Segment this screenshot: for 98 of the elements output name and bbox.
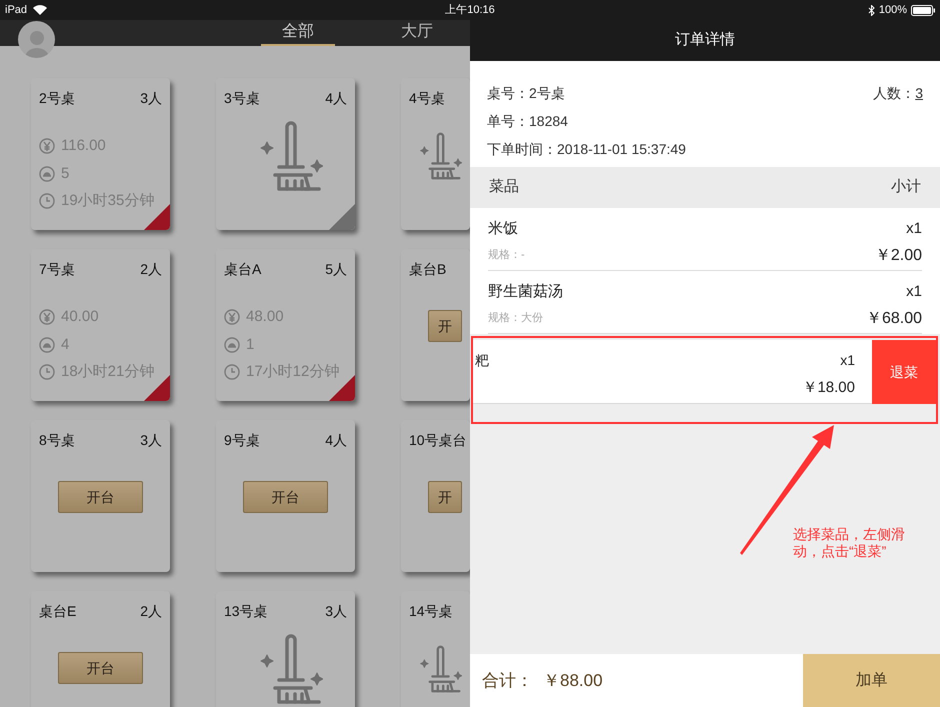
table-card[interactable]: 13号桌 3人 bbox=[216, 591, 355, 707]
battery-percent: 100% bbox=[878, 2, 907, 18]
total-label: 合计： bbox=[482, 670, 533, 692]
add-order-button[interactable]: 加单 bbox=[803, 654, 940, 707]
dish-name: 粑 bbox=[475, 351, 489, 370]
table-name: 3号桌 bbox=[224, 89, 260, 108]
dish-price: ￥18.00 bbox=[802, 378, 855, 398]
table-card[interactable]: 桌台A 5人 48.00 1 17小时12分钟 bbox=[216, 249, 355, 401]
table-name: 13号桌 bbox=[224, 602, 268, 621]
amount-text: 116.00 bbox=[61, 136, 106, 156]
dish-name: 野生菌菇汤 bbox=[488, 282, 563, 302]
spec-label: 规格： bbox=[488, 311, 521, 326]
table-card[interactable]: 3号桌 4人 bbox=[216, 78, 355, 230]
clock-icon bbox=[39, 193, 55, 210]
seat-count: 5人 bbox=[325, 260, 347, 279]
panel-title: 订单详情 bbox=[675, 30, 735, 50]
yen-icon bbox=[39, 138, 55, 154]
table-card[interactable]: 4号桌 bbox=[401, 78, 470, 230]
info-label: 下单时间： bbox=[487, 140, 557, 158]
table-name: 14号桌 bbox=[409, 602, 453, 621]
bluetooth-icon bbox=[868, 4, 875, 16]
dish-quantity: x1 bbox=[840, 351, 855, 370]
table-card[interactable]: 9号桌 4人 开台 bbox=[216, 420, 355, 572]
table-name: 4号桌 bbox=[409, 89, 445, 108]
yen-icon bbox=[224, 309, 240, 326]
avatar[interactable] bbox=[18, 21, 55, 58]
table-name: 7号桌 bbox=[39, 260, 75, 279]
info-value: 18284 bbox=[529, 112, 568, 130]
dish-quantity: x1 bbox=[906, 282, 922, 302]
tab[interactable]: 全部 bbox=[261, 20, 335, 46]
seat-count: 3人 bbox=[140, 89, 162, 108]
spec-value: - bbox=[521, 248, 525, 264]
table-card[interactable]: 桌台E 2人 开台 bbox=[31, 591, 170, 707]
duration-text: 19小时35分钟 bbox=[61, 191, 154, 211]
duration-text: 18小时21分钟 bbox=[61, 362, 154, 382]
open-table-button[interactable]: 开 bbox=[428, 310, 462, 342]
dish-row[interactable]: 野生菌菇汤 x1 规格：大份 ￥68.00 bbox=[470, 271, 940, 334]
cloche-icon bbox=[39, 336, 55, 353]
dish-row[interactable]: 米饭 x1 规格：- ￥2.00 bbox=[470, 208, 940, 271]
dish-name: 米饭 bbox=[488, 219, 518, 239]
open-table-button[interactable]: 开台 bbox=[243, 481, 328, 513]
total-amount: ￥88.00 bbox=[543, 670, 603, 692]
amount-text: 40.00 bbox=[61, 307, 99, 327]
seat-count: 2人 bbox=[140, 602, 162, 621]
dish-row[interactable]: 粑 x1 ￥18.00 退菜 bbox=[473, 340, 936, 404]
guest-count: 3 bbox=[915, 84, 923, 102]
seat-count: 3人 bbox=[325, 602, 347, 621]
dish-price: ￥68.00 bbox=[866, 308, 922, 328]
broom-icon bbox=[258, 119, 322, 193]
clock-icon bbox=[39, 364, 55, 380]
table-name: 2号桌 bbox=[39, 89, 75, 108]
column-header: 小计 bbox=[891, 177, 921, 198]
device-name: iPad bbox=[5, 2, 28, 18]
broom-icon bbox=[258, 632, 322, 706]
wifi-icon bbox=[33, 5, 48, 15]
table-name: 8号桌 bbox=[39, 431, 75, 450]
return-dish-button[interactable]: 退菜 bbox=[872, 340, 936, 404]
column-header: 菜品 bbox=[489, 177, 519, 198]
table-card[interactable]: 10号桌台 开 bbox=[401, 420, 470, 572]
table-card[interactable]: 7号桌 2人 40.00 4 18小时21分钟 bbox=[31, 249, 170, 401]
cloche-icon bbox=[224, 336, 240, 353]
cloche-icon bbox=[39, 166, 55, 182]
spec-label: 规格： bbox=[488, 248, 521, 264]
annotation-text: 选择菜品，左侧滑动，点击“退菜” bbox=[793, 526, 906, 560]
open-table-button[interactable]: 开台 bbox=[58, 652, 143, 684]
dish-quantity: x1 bbox=[906, 219, 922, 239]
dish-count: 4 bbox=[61, 334, 70, 354]
table-name: 桌台A bbox=[224, 260, 262, 279]
yen-icon bbox=[39, 309, 55, 326]
seat-count: 2人 bbox=[140, 260, 162, 279]
info-label: 桌号： bbox=[487, 84, 529, 102]
seat-count: 4人 bbox=[325, 89, 347, 108]
spec-value: 大份 bbox=[521, 311, 543, 326]
info-value: 2号桌 bbox=[529, 84, 565, 102]
clock-icon bbox=[224, 364, 240, 380]
dish-price: ￥2.00 bbox=[874, 246, 922, 266]
info-value: 2018-11-01 15:37:49 bbox=[557, 140, 686, 158]
table-card[interactable]: 桌台B 开 bbox=[401, 249, 470, 401]
seat-count: 4人 bbox=[325, 431, 347, 450]
table-name: 9号桌 bbox=[224, 431, 260, 450]
duration-text: 17小时12分钟 bbox=[246, 362, 340, 382]
table-card[interactable]: 8号桌 3人 开台 bbox=[31, 420, 170, 572]
table-name: 桌台E bbox=[39, 602, 76, 621]
guest-label: 人数： bbox=[873, 84, 916, 102]
table-card[interactable]: 14号桌 bbox=[401, 591, 470, 707]
info-label: 单号： bbox=[487, 112, 529, 130]
battery-icon bbox=[911, 4, 935, 16]
dish-count: 1 bbox=[246, 334, 254, 354]
table-name: 10号桌台 bbox=[409, 431, 467, 450]
tab[interactable]: 大厅 bbox=[380, 20, 454, 46]
status-time: 上午10:16 bbox=[445, 2, 495, 18]
open-table-button[interactable]: 开台 bbox=[58, 481, 143, 513]
open-table-button[interactable]: 开 bbox=[428, 481, 462, 513]
amount-text: 48.00 bbox=[246, 307, 284, 327]
dish-count: 5 bbox=[61, 164, 70, 184]
table-name: 桌台B bbox=[409, 260, 446, 279]
seat-count: 3人 bbox=[140, 431, 162, 450]
table-card[interactable]: 2号桌 3人 116.00 5 19小时35分钟 bbox=[31, 78, 170, 230]
